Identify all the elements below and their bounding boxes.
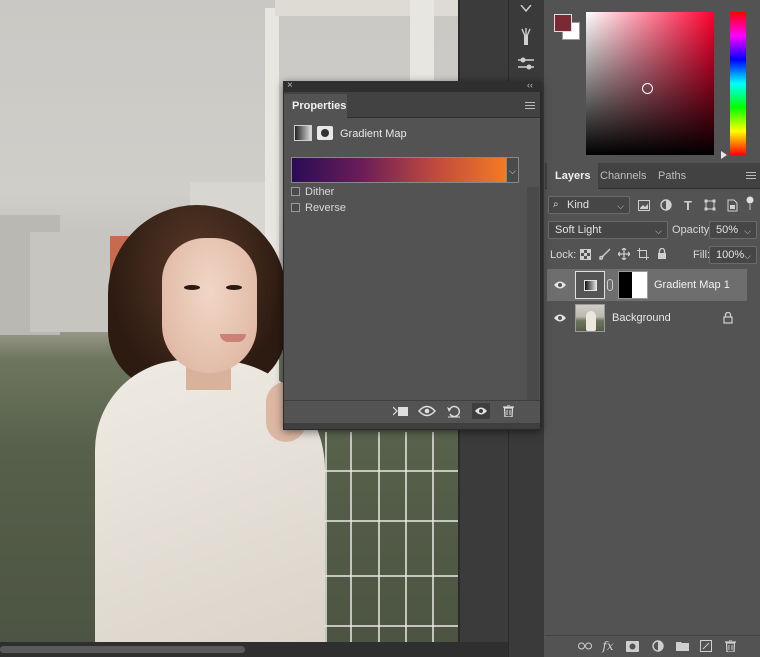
face	[162, 238, 257, 373]
net	[405, 432, 407, 642]
foreground-color-swatch[interactable]	[554, 14, 572, 32]
dither-checkbox[interactable]	[291, 187, 300, 196]
delete-layer-icon[interactable]	[723, 639, 737, 653]
goal-post-right	[410, 0, 434, 80]
chevron-down-icon: ⌵	[744, 251, 751, 261]
link-layers-icon[interactable]	[578, 639, 592, 653]
layer-name[interactable]: Background	[612, 312, 671, 324]
properties-scrollbar[interactable]	[527, 187, 539, 400]
color-picker-ring[interactable]	[642, 83, 653, 94]
dither-label: Dither	[305, 186, 335, 198]
chain-link-icon[interactable]	[607, 279, 613, 291]
properties-panel-titlebar[interactable]	[283, 81, 541, 92]
visibility-icon[interactable]	[472, 403, 490, 419]
add-mask-icon[interactable]	[625, 639, 639, 653]
gradient-preview[interactable]	[291, 157, 507, 183]
net	[378, 432, 380, 642]
lock-position-icon[interactable]	[617, 247, 631, 261]
new-layer-icon[interactable]	[699, 639, 713, 653]
layer-mask-thumbnail[interactable]	[618, 271, 648, 299]
type-filter-icon[interactable]: T	[681, 198, 695, 213]
view-previous-state-icon[interactable]	[418, 403, 436, 419]
tab-channels[interactable]: Channels	[592, 163, 654, 189]
layer-lock-icon	[723, 312, 733, 324]
lock-transparent-pixels-icon[interactable]	[578, 247, 592, 261]
delete-icon[interactable]	[499, 403, 517, 419]
gradient-map-adjustment-icon[interactable]	[294, 125, 312, 141]
fill-value: 100%	[716, 249, 745, 261]
lock-label: Lock:	[550, 249, 577, 261]
tab-layers[interactable]: Layers	[547, 163, 599, 189]
net	[350, 432, 352, 642]
opacity-label: Opacity:	[672, 224, 713, 236]
gradient-map-icon	[584, 280, 597, 291]
gradient-picker-dropdown[interactable]: ⌵	[507, 157, 519, 183]
eye	[184, 285, 200, 290]
search-icon: ⌕	[553, 199, 559, 210]
reverse-checkbox[interactable]	[291, 203, 300, 212]
mask-properties-icon[interactable]	[317, 126, 333, 140]
tab-properties[interactable]: Properties	[284, 94, 347, 118]
smart-object-filter-icon[interactable]	[725, 198, 739, 212]
reverse-label: Reverse	[305, 202, 346, 214]
fill-field[interactable]: 100% ⌵	[709, 246, 757, 264]
new-group-icon[interactable]	[675, 639, 689, 653]
blend-mode-select[interactable]: Soft Light ⌵	[548, 221, 668, 239]
clip-to-layer-icon[interactable]	[392, 403, 410, 419]
layer-name[interactable]: Gradient Map 1	[654, 279, 730, 291]
chevron-down-icon: ⌵	[509, 166, 516, 176]
layer-row-gradient-map-1[interactable]: Gradient Map 1	[547, 269, 747, 301]
horizontal-scrollbar-thumb[interactable]	[0, 646, 245, 653]
layer-row-background[interactable]: Background	[547, 302, 747, 334]
adjustment-layer-thumbnail[interactable]	[575, 271, 605, 299]
eye-icon[interactable]	[553, 313, 567, 323]
hue-slider[interactable]	[730, 12, 746, 155]
path-selection-icon[interactable]	[512, 0, 540, 22]
chevron-down-icon: ⌵	[617, 201, 624, 211]
background-building	[30, 232, 110, 332]
fill-label: Fill:	[693, 249, 711, 261]
eye	[226, 285, 242, 290]
close-icon[interactable]: ×	[287, 80, 293, 91]
chevron-down-icon: ⌵	[744, 226, 751, 236]
eye-icon[interactable]	[553, 280, 567, 290]
reset-icon[interactable]	[445, 403, 463, 419]
opacity-value: 50%	[716, 224, 739, 236]
properties-panel-bottom-edge	[284, 423, 540, 429]
new-adjustment-icon[interactable]	[651, 639, 665, 653]
pixel-layer-filter-icon[interactable]	[637, 198, 651, 212]
opacity-field[interactable]: 50% ⌵	[709, 221, 757, 239]
prevent-auto-nesting-icon[interactable]	[636, 247, 650, 261]
tab-paths[interactable]: Paths	[650, 163, 694, 189]
blend-mode-value: Soft Light	[555, 224, 602, 236]
lips	[220, 334, 246, 342]
adjustment-filter-icon[interactable]	[659, 198, 673, 212]
hue-slider-handle[interactable]	[721, 151, 727, 159]
lock-all-icon[interactable]	[655, 247, 669, 261]
lock-image-pixels-icon[interactable]	[598, 247, 612, 261]
filter-toggle-icon[interactable]	[745, 196, 755, 210]
layer-filter-kind-select[interactable]: ⌕ Kind ⌵	[548, 196, 630, 214]
collapse-panel-icon[interactable]: ‹‹	[527, 80, 533, 90]
brushes-icon[interactable]	[512, 26, 540, 48]
fx-icon[interactable]: fx	[601, 639, 615, 653]
net	[325, 432, 327, 642]
layer-filter-kind-value: Kind	[567, 199, 590, 211]
adjustments-sliders-icon[interactable]	[512, 53, 540, 75]
background-layer-thumbnail[interactable]	[575, 304, 605, 332]
chevron-down-icon: ⌵	[655, 226, 662, 236]
adjustment-title: Gradient Map	[340, 128, 407, 140]
properties-panel-menu-icon[interactable]	[525, 102, 535, 109]
layers-panel-menu-icon[interactable]	[746, 172, 756, 179]
shape-filter-icon[interactable]	[703, 198, 717, 212]
net	[432, 432, 434, 642]
